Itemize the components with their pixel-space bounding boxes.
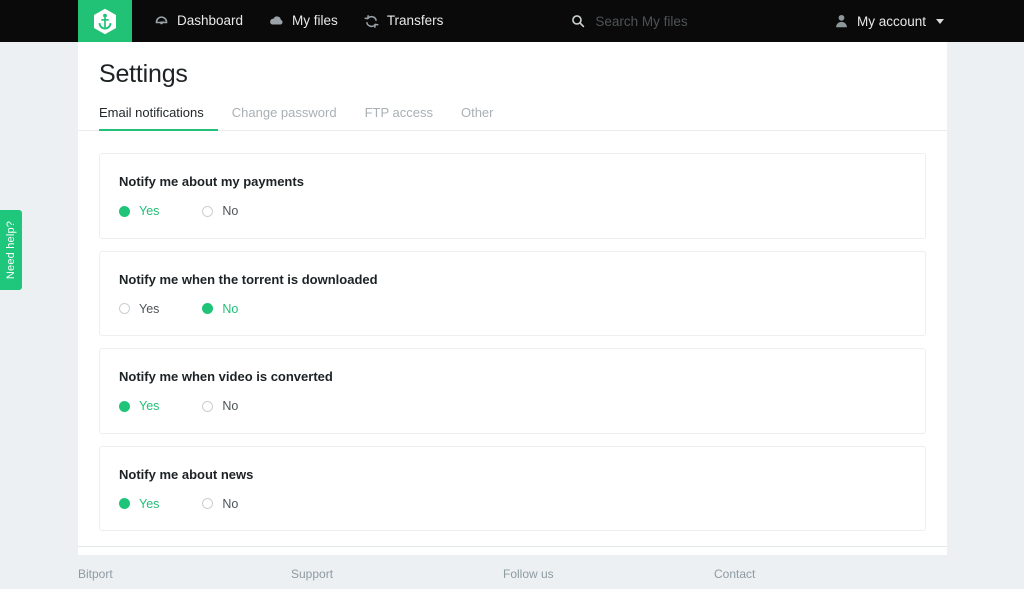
- nav-label-my-files: My files: [292, 13, 338, 29]
- tab-label: Email notifications: [99, 105, 204, 120]
- setting-title: Notify me about news: [119, 466, 254, 482]
- radio-option-yes[interactable]: Yes: [119, 400, 159, 413]
- search-input[interactable]: [595, 13, 826, 29]
- site-footer: Bitport Support Follow us Contact: [78, 546, 947, 581]
- radio-indicator-unselected: [202, 498, 214, 510]
- radio-label-yes: Yes: [139, 496, 160, 511]
- top-navigation-bar: Dashboard My files Transfers Search My f…: [0, 0, 1024, 42]
- radio-indicator-unselected: [119, 303, 130, 315]
- site-logo[interactable]: [78, 0, 132, 42]
- chevron-down-icon: [936, 18, 944, 24]
- setting-title: Notify me when video is converted: [119, 369, 333, 384]
- settings-panel: Settings Email notifications Change pass…: [78, 42, 947, 555]
- radio-group: Yes No: [119, 400, 906, 413]
- anchor-hexagon-logo-icon: [93, 8, 117, 35]
- radio-label-yes: Yes: [139, 301, 160, 316]
- radio-indicator-selected: [119, 400, 130, 412]
- setting-card: Notify me when video is converted Yes No: [99, 348, 926, 434]
- notification-settings-list: Notify me about my payments Yes No Notif…: [78, 131, 947, 531]
- nav-label-dashboard: Dashboard: [177, 13, 244, 29]
- setting-card: Notify me about news Yes No: [99, 445, 926, 531]
- user-icon: [835, 14, 849, 28]
- radio-option-no[interactable]: No: [202, 496, 239, 511]
- radio-label-no: No: [222, 204, 239, 218]
- nav-item-my-files[interactable]: My files: [269, 14, 338, 29]
- primary-nav-links: Dashboard My files Transfers: [154, 14, 443, 29]
- need-help-label: Need help?: [5, 220, 17, 280]
- setting-card: Notify me when the torrent is downloaded…: [99, 250, 926, 336]
- need-help-tab[interactable]: Need help?: [0, 210, 22, 290]
- tab-email-notifications[interactable]: Email notifications: [99, 105, 218, 131]
- radio-label-no: No: [222, 399, 239, 413]
- settings-tabs: Email notifications Change password FTP …: [78, 105, 947, 131]
- page-title: Settings: [99, 60, 188, 88]
- tab-other[interactable]: Other: [447, 105, 508, 131]
- radio-indicator-unselected: [202, 400, 214, 412]
- setting-title: Notify me when the torrent is downloaded: [119, 271, 378, 287]
- radio-label-no: No: [222, 496, 239, 511]
- sync-refresh-icon: [364, 14, 379, 29]
- radio-option-yes[interactable]: Yes: [119, 205, 159, 218]
- search-icon: [571, 14, 585, 28]
- radio-option-yes[interactable]: Yes: [119, 496, 160, 511]
- setting-card: Notify me about my payments Yes No: [99, 153, 926, 239]
- tab-label: Change password: [231, 105, 337, 120]
- radio-option-no[interactable]: No: [202, 301, 239, 316]
- account-label: My account: [856, 13, 926, 29]
- tab-label: FTP access: [364, 105, 433, 120]
- dashboard-gauge-icon: [154, 14, 169, 29]
- nav-item-transfers[interactable]: Transfers: [364, 13, 444, 29]
- search-container: [571, 13, 826, 29]
- footer-column-bitport[interactable]: Bitport: [78, 567, 291, 581]
- footer-column-contact[interactable]: Contact: [714, 567, 755, 581]
- my-account-menu[interactable]: My account: [835, 14, 944, 29]
- radio-label-yes: Yes: [139, 204, 160, 218]
- radio-option-no[interactable]: No: [202, 205, 238, 218]
- tab-label: Other: [460, 105, 494, 120]
- radio-label-no: No: [222, 301, 239, 316]
- radio-group: Yes No: [119, 205, 906, 218]
- setting-title: Notify me about my payments: [119, 174, 304, 189]
- radio-option-yes[interactable]: Yes: [119, 301, 160, 316]
- footer-column-support[interactable]: Support: [291, 567, 503, 581]
- nav-label-transfers: Transfers: [386, 13, 444, 29]
- radio-option-no[interactable]: No: [202, 400, 238, 413]
- radio-indicator-selected: [119, 205, 130, 217]
- radio-indicator-unselected: [202, 205, 214, 217]
- tab-change-password[interactable]: Change password: [218, 105, 351, 131]
- radio-indicator-selected: [119, 498, 130, 510]
- radio-group: Yes No: [119, 301, 906, 316]
- radio-indicator-selected: [202, 303, 214, 315]
- cloud-icon: [269, 14, 284, 29]
- nav-item-dashboard[interactable]: Dashboard: [154, 14, 243, 29]
- radio-label-yes: Yes: [139, 399, 160, 413]
- tab-ftp-access[interactable]: FTP access: [351, 105, 447, 131]
- footer-column-follow-us[interactable]: Follow us: [503, 567, 714, 581]
- radio-group: Yes No: [119, 496, 906, 511]
